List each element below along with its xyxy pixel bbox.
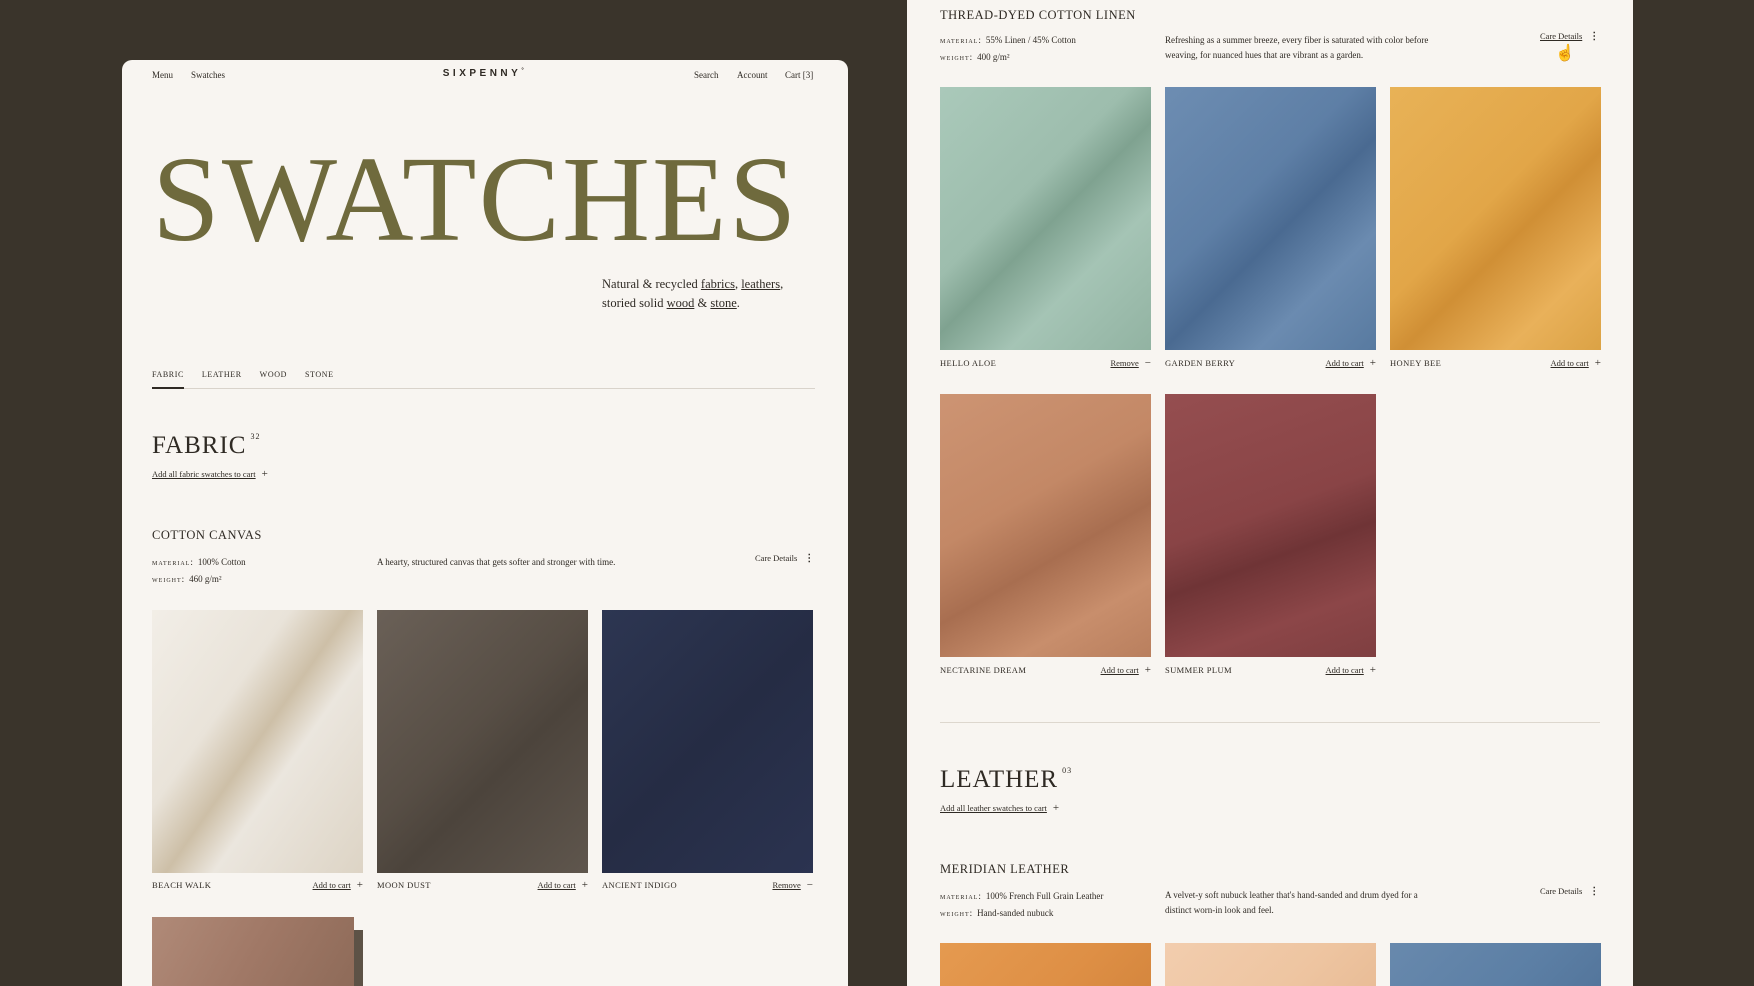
swatch-name: GARDEN BERRY bbox=[1165, 358, 1236, 368]
meridian-description: A velvet-y soft nubuck leather that's ha… bbox=[1165, 890, 1418, 915]
more-vertical-icon: ⋮ bbox=[1589, 31, 1600, 42]
leather-image bbox=[1165, 943, 1376, 986]
swatch-moon-dust[interactable] bbox=[377, 610, 588, 873]
swatches-page-left: Menu Swatches SIXPENNY° Search Account C… bbox=[122, 60, 848, 986]
cotton-canvas-specs: material: 100% Cotton weight: 460 g/m² bbox=[152, 557, 246, 584]
swatch-label-row: BEACH WALK Add to cart + bbox=[152, 880, 363, 894]
remove-button[interactable]: Remove − bbox=[1110, 357, 1151, 369]
cotton-canvas-title: COTTON CANVAS bbox=[152, 528, 262, 542]
swatch-label-row: SUMMER PLUM Add to cart + bbox=[1165, 665, 1376, 679]
swatch-name: SUMMER PLUM bbox=[1165, 665, 1232, 675]
fabric-image bbox=[377, 610, 588, 873]
swatch-leather-orange[interactable] bbox=[940, 943, 1151, 986]
fabric-image bbox=[1165, 87, 1376, 350]
fabrics-link[interactable]: fabrics bbox=[701, 277, 735, 291]
plus-icon: + bbox=[261, 468, 268, 480]
swatch-label-row: HELLO ALOE Remove − bbox=[940, 358, 1151, 372]
wood-link[interactable]: wood bbox=[667, 296, 695, 310]
plus-icon: + bbox=[1369, 357, 1376, 369]
leather-image bbox=[1390, 943, 1601, 986]
tab-wood[interactable]: WOOD bbox=[260, 370, 287, 387]
fabric-image bbox=[940, 87, 1151, 350]
swatches-page-right: THREAD-DYED COTTON LINEN material: 55% Li… bbox=[907, 0, 1633, 986]
plus-icon: + bbox=[1369, 664, 1376, 676]
thread-dyed-title: THREAD-DYED COTTON LINEN bbox=[940, 8, 1136, 22]
swatch-label-row: ANCIENT INDIGO Remove − bbox=[602, 880, 813, 894]
leathers-link[interactable]: leathers bbox=[741, 277, 780, 291]
remove-button[interactable]: Remove − bbox=[772, 879, 813, 891]
swatch-nectarine-dream[interactable] bbox=[940, 394, 1151, 657]
more-vertical-icon: ⋮ bbox=[1589, 886, 1600, 897]
swatch-leather-blue[interactable] bbox=[1390, 943, 1601, 986]
swatch-label-row: NECTARINE DREAM Add to cart + bbox=[940, 665, 1151, 679]
fabric-image bbox=[602, 610, 813, 873]
swatch-ancient-indigo[interactable] bbox=[602, 610, 813, 873]
plus-icon: + bbox=[1052, 802, 1060, 814]
tab-fabric[interactable]: FABRIC bbox=[152, 370, 184, 389]
meridian-leather-title: MERIDIAN LEATHER bbox=[940, 862, 1070, 876]
swatch-summer-plum[interactable] bbox=[1165, 394, 1376, 657]
tab-leather[interactable]: LEATHER bbox=[202, 370, 242, 387]
fabric-count: 32 bbox=[250, 432, 261, 441]
tab-stone[interactable]: STONE bbox=[305, 370, 334, 387]
swatch-label-row: MOON DUST Add to cart + bbox=[377, 880, 588, 894]
account-link[interactable]: Account bbox=[737, 70, 768, 80]
swatch-garden-berry[interactable] bbox=[1165, 87, 1376, 350]
fabric-image bbox=[152, 917, 354, 986]
swatch-name: NECTARINE DREAM bbox=[940, 665, 1027, 675]
thread-dyed-description: Refreshing as a summer breeze, every fib… bbox=[1165, 35, 1429, 60]
stone-link[interactable]: stone bbox=[710, 296, 736, 310]
care-details-button[interactable]: Care Details ⋮ bbox=[755, 553, 814, 564]
minus-icon: − bbox=[806, 879, 813, 891]
swatch-leather-peach[interactable] bbox=[1165, 943, 1376, 986]
fabric-image bbox=[940, 394, 1151, 657]
plus-icon: + bbox=[1144, 664, 1151, 676]
fabric-image bbox=[152, 610, 363, 873]
intro-text: Natural & recycled fabrics, leathers, st… bbox=[602, 277, 784, 310]
swatch-label-row: HONEY BEE Add to cart + bbox=[1390, 358, 1601, 372]
swatch-label-row: GARDEN BERRY Add to cart + bbox=[1165, 358, 1376, 372]
section-divider bbox=[940, 722, 1600, 723]
leather-count: 03 bbox=[1062, 766, 1073, 775]
care-details-button[interactable]: Care Details ⋮ bbox=[1540, 886, 1599, 897]
category-tabs: FABRIC LEATHER WOOD STONE bbox=[152, 364, 815, 389]
cart-link[interactable]: Cart [3] bbox=[785, 70, 813, 80]
meridian-specs: material: 100% French Full Grain Leather … bbox=[940, 891, 1104, 918]
leather-image bbox=[940, 943, 1151, 986]
swatch-partial[interactable] bbox=[152, 917, 354, 986]
plus-icon: + bbox=[1594, 357, 1601, 369]
plus-icon: + bbox=[581, 879, 588, 891]
thread-dyed-specs: material: 55% Linen / 45% Cotton weight: 4… bbox=[940, 35, 1076, 62]
fabric-image bbox=[1390, 87, 1601, 350]
fabric-section-title: FABRIC 32 bbox=[152, 432, 261, 459]
add-to-cart-button[interactable]: Add to cart + bbox=[313, 879, 363, 891]
care-details-button[interactable]: Care Details ⋮ bbox=[1540, 31, 1599, 42]
minus-icon: − bbox=[1144, 357, 1151, 369]
plus-icon: + bbox=[356, 879, 363, 891]
more-vertical-icon: ⋮ bbox=[804, 553, 815, 564]
hand-cursor-icon: ☝ bbox=[1555, 45, 1575, 62]
swatch-beach-walk[interactable] bbox=[152, 610, 363, 873]
add-all-leather-link[interactable]: Add all leather swatches to cart + bbox=[940, 802, 1059, 814]
swatch-name: HELLO ALOE bbox=[940, 358, 997, 368]
swatch-shadow bbox=[354, 930, 363, 986]
leather-section-title: LEATHER 03 bbox=[940, 766, 1073, 793]
add-to-cart-button[interactable]: Add to cart + bbox=[538, 879, 588, 891]
swatch-name: HONEY BEE bbox=[1390, 358, 1442, 368]
add-all-fabric-link[interactable]: Add all fabric swatches to cart + bbox=[152, 468, 268, 480]
add-to-cart-button[interactable]: Add to cart + bbox=[1551, 357, 1601, 369]
add-to-cart-button[interactable]: Add to cart + bbox=[1101, 664, 1151, 676]
add-to-cart-button[interactable]: Add to cart + bbox=[1326, 664, 1376, 676]
swatch-hello-aloe[interactable] bbox=[940, 87, 1151, 350]
swatch-honey-bee[interactable] bbox=[1390, 87, 1601, 350]
page-title: SWATCHES bbox=[152, 132, 799, 267]
search-link[interactable]: Search bbox=[694, 70, 719, 80]
cotton-canvas-description: A hearty, structured canvas that gets so… bbox=[377, 557, 616, 567]
swatch-name: MOON DUST bbox=[377, 880, 431, 890]
add-to-cart-button[interactable]: Add to cart + bbox=[1326, 357, 1376, 369]
swatch-name: ANCIENT INDIGO bbox=[602, 880, 678, 890]
fabric-image bbox=[1165, 394, 1376, 657]
swatch-name: BEACH WALK bbox=[152, 880, 212, 890]
